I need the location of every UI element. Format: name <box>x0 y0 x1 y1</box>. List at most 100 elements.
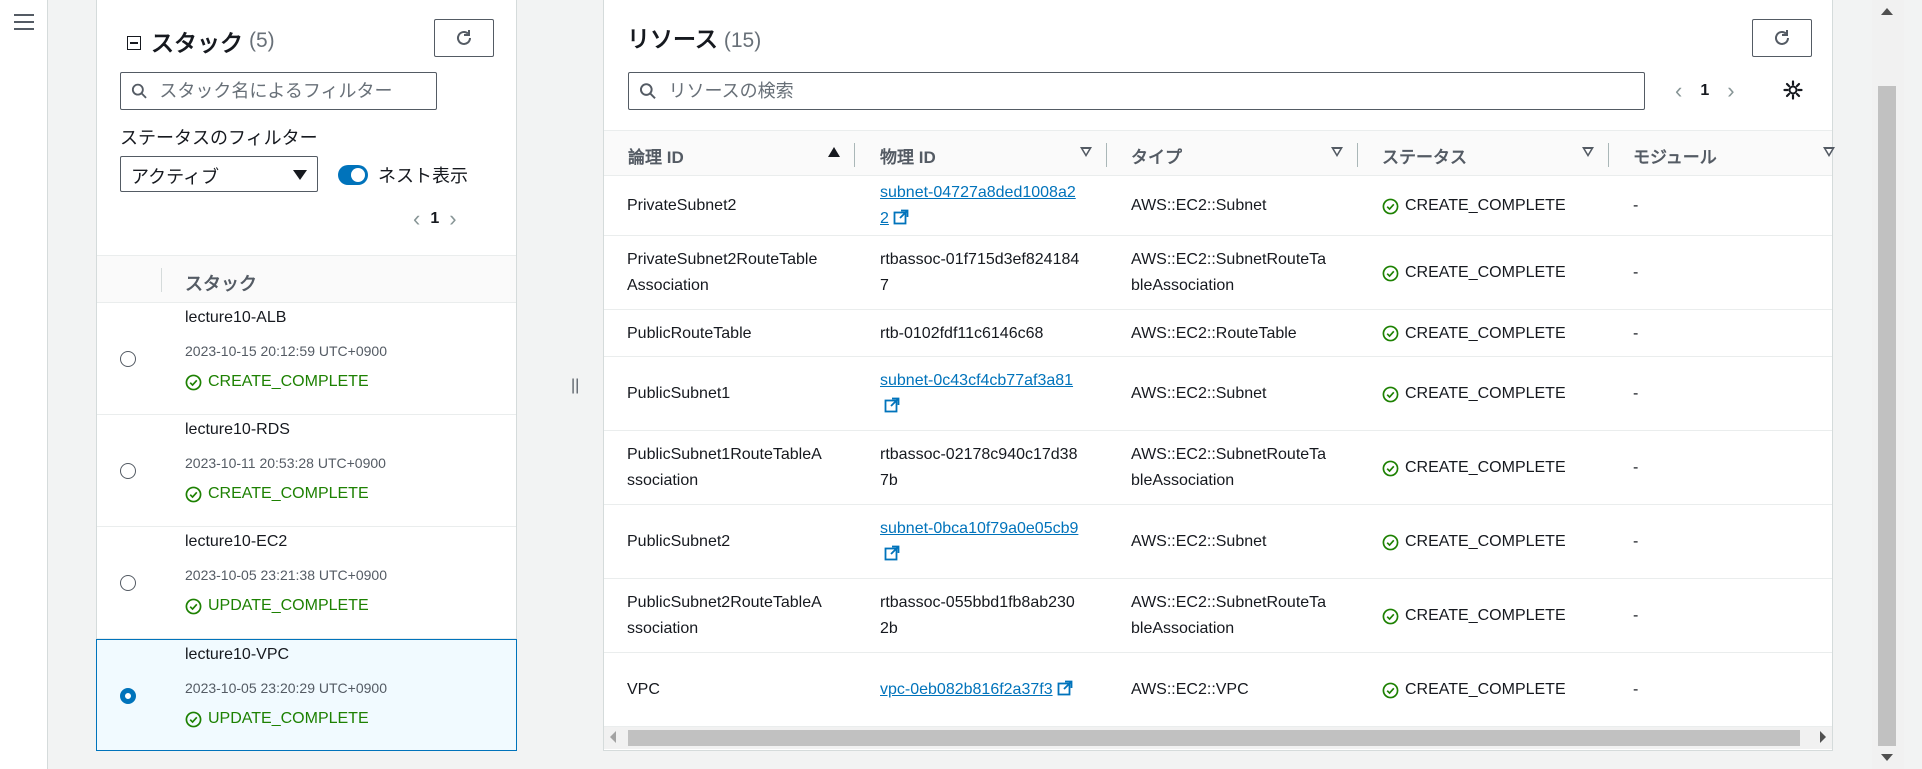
check-circle-icon <box>1382 682 1405 699</box>
physical-id-text: rtbassoc-055bbd1fb8ab2302b <box>880 594 1075 637</box>
col-logical-id[interactable]: 論理 ID <box>628 143 840 168</box>
panel-resize-handle[interactable]: || <box>571 377 579 395</box>
stack-name: lecture10-VPC <box>185 646 290 663</box>
resource-module: - <box>1633 533 1639 550</box>
resource-status-text: CREATE_COMPLETE <box>1405 324 1566 342</box>
resource-module: - <box>1633 324 1639 342</box>
stack-radio[interactable] <box>120 463 136 479</box>
physical-id-text: subnet-04727a8ded1008a22 <box>880 184 1076 227</box>
external-link-icon <box>1053 680 1073 698</box>
col-type-label: タイプ <box>1131 148 1182 167</box>
refresh-icon <box>457 30 471 45</box>
physical-id-link[interactable]: subnet-04727a8ded1008a22 <box>880 184 1076 227</box>
resource-search-field[interactable] <box>628 72 1645 110</box>
stack-name: lecture10-ALB <box>185 309 287 326</box>
status-filter-value: アクティブ <box>131 167 220 187</box>
physical-id: rtbassoc-055bbd1fb8ab2302b <box>880 590 1080 642</box>
resource-type: AWS::EC2::Subnet <box>1131 180 1331 232</box>
column-divider <box>161 268 162 292</box>
resources-panel-header: リソース (15) <box>627 20 761 54</box>
physical-id: rtbassoc-01f715d3ef8241847 <box>880 247 1080 299</box>
physical-id: rtbassoc-02178c940c17d387b <box>880 442 1080 494</box>
stack-name: lecture10-RDS <box>185 421 290 438</box>
physical-id: subnet-0bca10f79a0e05cb9 <box>880 516 1080 568</box>
logical-id-text: PublicSubnet2RouteTableAssociation <box>627 594 822 637</box>
col-status[interactable]: ステータス <box>1382 143 1594 168</box>
menu-icon[interactable] <box>14 14 34 30</box>
physical-id-text: rtbassoc-02178c940c17d387b <box>880 446 1078 489</box>
resource-status: CREATE_COMPLETE <box>1382 193 1566 219</box>
stack-row[interactable]: lecture10-ALB 2023-10-15 20:12:59 UTC+090… <box>97 303 516 415</box>
resource-search-input[interactable] <box>666 79 1644 103</box>
resource-row: PublicSubnet2 subnet-0bca10f79a0e05cb9 AWS… <box>604 505 1832 579</box>
vertical-scrollbar[interactable] <box>1872 0 1904 769</box>
scroll-up-icon[interactable] <box>1881 8 1893 15</box>
scroll-right-icon[interactable] <box>1820 731 1826 743</box>
physical-id: subnet-04727a8ded1008a22 <box>880 180 1080 232</box>
status-filter-label: ステータスのフィルター <box>120 128 318 148</box>
nested-view-toggle[interactable] <box>338 165 368 185</box>
resource-module: - <box>1633 264 1639 281</box>
stacks-refresh-button[interactable] <box>434 19 494 57</box>
stack-row[interactable]: lecture10-RDS 2023-10-11 20:53:28 UTC+090… <box>97 415 516 527</box>
stacks-page-number[interactable]: 1 <box>430 210 439 228</box>
column-divider[interactable] <box>1357 143 1358 167</box>
stack-status-text: UPDATE_COMPLETE <box>208 710 369 727</box>
stacks-pagination: ‹ 1 › <box>403 206 467 232</box>
resource-row: PublicSubnet2RouteTableAssociation rtbass… <box>604 579 1832 653</box>
gear-icon[interactable] <box>1782 79 1804 101</box>
stack-radio[interactable] <box>120 351 136 367</box>
stack-radio[interactable] <box>120 575 136 591</box>
physical-id-link[interactable]: subnet-0bca10f79a0e05cb9 <box>880 520 1078 563</box>
chevron-left-icon[interactable]: ‹ <box>403 206 430 232</box>
status-filter-select[interactable]: アクティブ <box>120 156 318 192</box>
resource-type: AWS::EC2::Subnet <box>1131 368 1331 420</box>
resources-refresh-button[interactable] <box>1752 19 1812 57</box>
col-type[interactable]: タイプ <box>1131 143 1343 168</box>
logical-id-text: PrivateSubnet2 <box>627 197 737 214</box>
resource-module: - <box>1633 681 1639 698</box>
resources-panel: リソース(15) ‹ 1 › 論理 ID 物理 ID タイプ ステータス <box>603 0 1835 751</box>
collapse-icon[interactable] <box>127 36 141 50</box>
stacks-panel: スタック (5) ステータスのフィルター アクティブ ネスト表示 ‹ 1 › ス… <box>96 0 517 751</box>
resource-type-text: AWS::EC2::SubnetRouteTableAssociation <box>1131 594 1327 637</box>
resource-row: VPC vpc-0eb082b816f2a37f3 AWS::EC2::VPC CRE… <box>604 653 1832 727</box>
stack-timestamp: 2023-10-05 23:21:38 UTC+0900 <box>185 567 387 583</box>
physical-id-link[interactable]: vpc-0eb082b816f2a37f3 <box>880 680 1073 698</box>
search-icon <box>639 83 656 99</box>
resource-status-text: CREATE_COMPLETE <box>1405 264 1566 281</box>
stack-search-field[interactable] <box>120 72 437 110</box>
resource-type-text: AWS::EC2::Subnet <box>1131 385 1267 402</box>
resources-page-number[interactable]: 1 <box>1692 82 1717 100</box>
resource-status: CREATE_COMPLETE <box>1382 603 1566 629</box>
physical-id-text: subnet-0bca10f79a0e05cb9 <box>880 520 1079 537</box>
stacks-table-header: スタック <box>97 255 516 303</box>
nested-view-toggle-group: ネスト表示 <box>338 162 468 188</box>
column-divider[interactable] <box>1608 143 1609 167</box>
stack-search-input[interactable] <box>157 79 436 103</box>
resources-title: リソース <box>627 26 718 52</box>
sort-ascending-icon <box>828 147 840 157</box>
check-circle-icon <box>1382 198 1405 215</box>
stack-radio[interactable] <box>120 688 136 704</box>
column-divider[interactable] <box>854 143 855 167</box>
scrollbar-thumb[interactable] <box>628 730 1800 746</box>
scroll-down-icon[interactable] <box>1881 754 1893 761</box>
resource-row: PublicSubnet1RouteTableAssociation rtbass… <box>604 431 1832 505</box>
stack-row[interactable]: lecture10-EC2 2023-10-05 23:21:38 UTC+090… <box>97 527 516 639</box>
physical-id-link[interactable]: subnet-0c43cf4cb77af3a81 <box>880 372 1073 415</box>
stack-status-text: UPDATE_COMPLETE <box>208 597 369 614</box>
col-physical-id[interactable]: 物理 ID <box>880 143 1092 168</box>
logical-id-text: VPC <box>627 681 660 698</box>
stack-row[interactable]: lecture10-VPC 2023-10-05 23:20:29 UTC+090… <box>96 639 517 751</box>
col-module[interactable]: モジュール <box>1633 143 1835 168</box>
horizontal-scrollbar[interactable] <box>604 727 1832 749</box>
chevron-right-icon[interactable]: › <box>1717 78 1744 104</box>
resource-type-text: AWS::EC2::VPC <box>1131 681 1249 698</box>
check-circle-icon <box>1382 325 1405 342</box>
chevron-right-icon[interactable]: › <box>439 206 466 232</box>
scrollbar-thumb[interactable] <box>1878 86 1896 746</box>
scroll-left-icon[interactable] <box>610 731 616 743</box>
column-divider[interactable] <box>1106 143 1107 167</box>
chevron-left-icon[interactable]: ‹ <box>1665 78 1692 104</box>
